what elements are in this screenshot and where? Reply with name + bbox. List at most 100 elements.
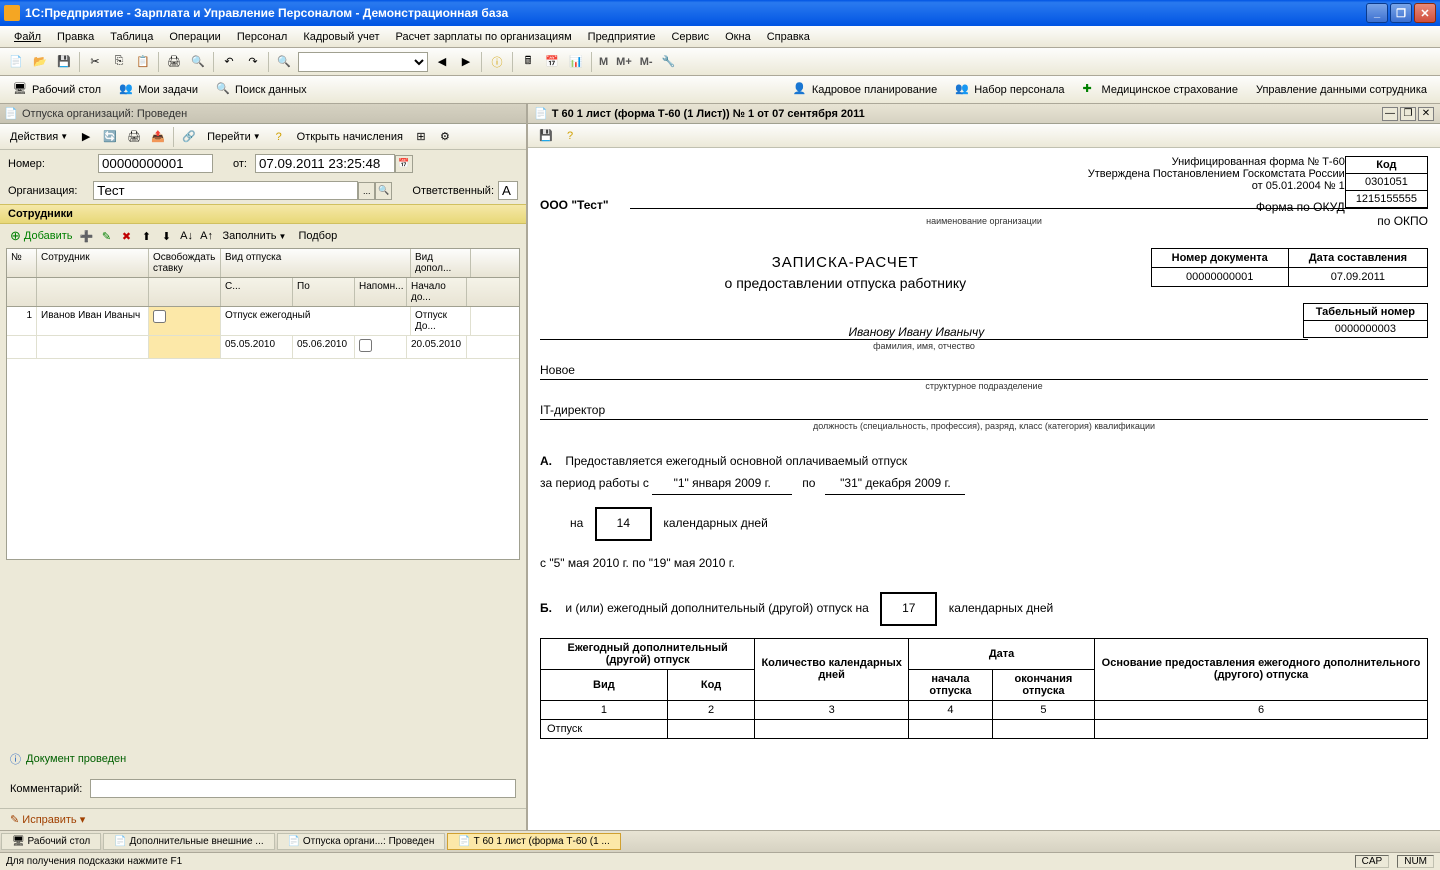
minimize-button[interactable]: _ (1366, 3, 1388, 23)
col-vacation-type[interactable]: Вид отпуска (221, 249, 411, 277)
open-icon[interactable]: 📂 (29, 51, 51, 73)
menu-staff[interactable]: Персонал (229, 29, 296, 45)
add-button[interactable]: Добавить (6, 227, 77, 245)
move-down-icon[interactable]: ⬇ (158, 227, 176, 245)
cut-icon[interactable]: ✂ (84, 51, 106, 73)
new-icon[interactable]: 📄 (5, 51, 27, 73)
org-open-button[interactable]: 🔍 (375, 182, 392, 200)
mark-m[interactable]: M (595, 56, 612, 68)
col-to[interactable]: По (293, 278, 355, 306)
comment-input[interactable] (90, 779, 516, 798)
main-toolbar: 📄 📂 💾 ✂ ⎘ 📋 🖨 🔍 ↶ ↷ 🔍 ◀ ▶ ⓘ 🖩 📅 📊 M M+ M… (0, 48, 1440, 76)
close-button[interactable]: ✕ (1414, 3, 1436, 23)
task-desktop[interactable]: 🖥 Рабочий стол (1, 833, 101, 850)
save-icon[interactable]: 💾 (53, 51, 75, 73)
refresh-icon[interactable]: 🔄 (99, 126, 121, 148)
settings-icon[interactable]: ⚙ (434, 126, 456, 148)
redo-icon[interactable]: ↷ (242, 51, 264, 73)
menu-windows[interactable]: Окна (717, 29, 759, 45)
preview-icon[interactable]: 🔍 (187, 51, 209, 73)
help-icon[interactable]: ⓘ (486, 51, 508, 73)
menu-file[interactable]: Файл (6, 29, 49, 45)
nav-doc-icon[interactable]: 🔗 (178, 126, 200, 148)
post-icon[interactable]: ▶ (75, 126, 97, 148)
print-icon[interactable]: 🖨 (163, 51, 185, 73)
minimize-pane-button[interactable]: — (1382, 107, 1398, 121)
menu-payroll[interactable]: Расчет зарплаты по организациям (387, 29, 579, 45)
task-t60[interactable]: 📄 Т 60 1 лист (форма Т-60 (1 ... (447, 833, 620, 850)
calendar-picker-icon[interactable]: 📅 (395, 155, 413, 173)
org-select-button[interactable]: ... (358, 182, 375, 200)
desktop-icon: 🖥 (13, 82, 29, 98)
select-link[interactable]: Подбор (292, 228, 343, 244)
restore-pane-button[interactable]: ❐ (1400, 107, 1416, 121)
move-up-icon[interactable]: ⬆ (138, 227, 156, 245)
okpo-label: по ОКПО (1377, 214, 1428, 228)
tasks-link[interactable]: 👥Мои задачи (110, 79, 207, 101)
task-vacation[interactable]: 📄 Отпуска органи...: Проведен (277, 833, 446, 850)
col-extra-type[interactable]: Вид допол... (411, 249, 471, 277)
responsible-input[interactable] (498, 181, 518, 200)
nav-fwd-icon[interactable]: ▶ (455, 51, 477, 73)
data-mgmt-link[interactable]: Управление данными сотрудника (1247, 79, 1436, 101)
search-data-link[interactable]: 🔍Поиск данных (207, 79, 316, 101)
employees-grid[interactable]: № Сотрудник Освобождать ставку Вид отпус… (6, 248, 520, 560)
menu-service[interactable]: Сервис (663, 29, 717, 45)
insert-row-icon[interactable]: ➕ (78, 227, 96, 245)
planning-link[interactable]: 👤Кадровое планирование (784, 79, 946, 101)
search-combo[interactable] (298, 52, 428, 72)
sort-desc-icon[interactable]: A↑ (198, 227, 216, 245)
goto-menu[interactable]: Перейти▼ (201, 129, 267, 145)
medical-link[interactable]: ✚Медицинское страхование (1074, 79, 1247, 101)
print-doc-icon[interactable]: 🖨 (123, 126, 145, 148)
free-rate-cell[interactable] (149, 307, 221, 335)
tree-icon[interactable]: ⊞ (410, 126, 432, 148)
recruit-link[interactable]: 👥Набор персонала (946, 79, 1073, 101)
help-report-icon[interactable]: ? (559, 125, 581, 147)
calc-icon[interactable]: 🖩 (517, 51, 539, 73)
menu-help[interactable]: Справка (759, 29, 818, 45)
mark-mplus[interactable]: M+ (612, 56, 636, 68)
number-input[interactable] (98, 154, 213, 173)
free-rate-checkbox[interactable] (153, 310, 166, 323)
table-row[interactable]: 1 Иванов Иван Иваныч Отпуск ежегодный От… (7, 307, 519, 336)
paste-icon[interactable]: 📋 (132, 51, 154, 73)
maximize-button[interactable]: ❐ (1390, 3, 1412, 23)
menu-table[interactable]: Таблица (102, 29, 161, 45)
close-pane-button[interactable]: ✕ (1418, 107, 1434, 121)
remind-checkbox[interactable] (359, 339, 372, 352)
edit-row-icon[interactable]: ✎ (98, 227, 116, 245)
table-row[interactable]: 05.05.2010 05.06.2010 20.05.2010 (7, 336, 519, 359)
date-input[interactable] (255, 154, 395, 173)
menu-edit[interactable]: Правка (49, 29, 102, 45)
open-calc-link[interactable]: Открыть начисления (291, 129, 409, 145)
tool-extra-icon[interactable]: 🔧 (658, 51, 680, 73)
sort-asc-icon[interactable]: A↓ (178, 227, 196, 245)
undo-icon[interactable]: ↶ (218, 51, 240, 73)
nav-back-icon[interactable]: ◀ (431, 51, 453, 73)
col-employee[interactable]: Сотрудник (37, 249, 149, 277)
actions-menu[interactable]: Действия▼ (4, 129, 74, 145)
col-from[interactable]: С... (221, 278, 293, 306)
menu-operations[interactable]: Операции (161, 29, 228, 45)
search-icon[interactable]: 🔍 (273, 51, 295, 73)
report-icon[interactable]: 📊 (565, 51, 587, 73)
fill-menu[interactable]: Заполнить▼ (217, 228, 293, 244)
col-start[interactable]: Начало до... (407, 278, 467, 306)
save-report-icon[interactable]: 💾 (535, 125, 557, 147)
menu-enterprise[interactable]: Предприятие (580, 29, 664, 45)
org-input[interactable] (93, 181, 358, 200)
mark-mminus[interactable]: M- (636, 56, 657, 68)
export-icon[interactable]: 📤 (147, 126, 169, 148)
col-free-rate[interactable]: Освобождать ставку (149, 249, 221, 277)
task-extern[interactable]: 📄 Дополнительные внешние ... (103, 833, 274, 850)
fix-link[interactable]: ✎ Исправить ▾ (10, 814, 85, 826)
help-doc-icon[interactable]: ? (268, 126, 290, 148)
col-remind[interactable]: Напомн... (355, 278, 407, 306)
delete-row-icon[interactable]: ✖ (118, 227, 136, 245)
calendar-icon[interactable]: 📅 (541, 51, 563, 73)
menu-hr[interactable]: Кадровый учет (295, 29, 387, 45)
col-num[interactable]: № (7, 249, 37, 277)
desktop-link[interactable]: 🖥Рабочий стол (4, 79, 110, 101)
copy-icon[interactable]: ⎘ (108, 51, 130, 73)
